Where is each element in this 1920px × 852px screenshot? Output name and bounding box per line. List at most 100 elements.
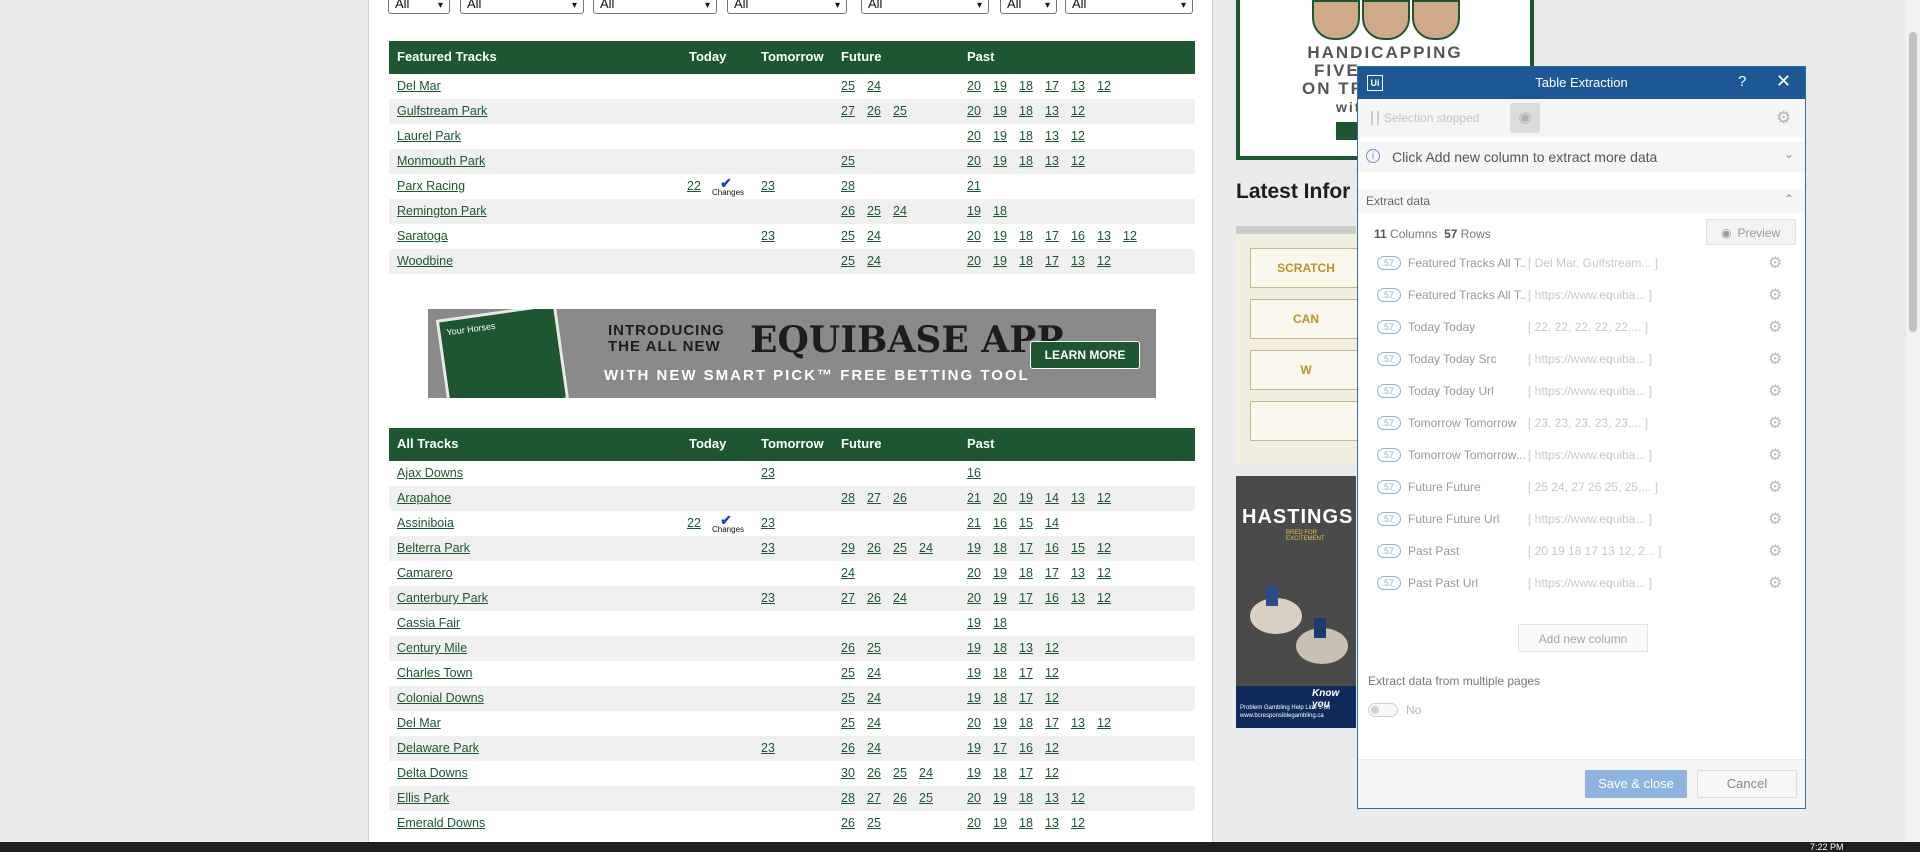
- track-link[interactable]: Del Mar: [397, 79, 441, 93]
- past-date-link[interactable]: 12: [1045, 691, 1059, 705]
- track-link[interactable]: Saratoga: [397, 229, 448, 243]
- filter-select[interactable]: All ▾: [460, 0, 584, 14]
- past-date-link[interactable]: 17: [1045, 566, 1059, 580]
- future-date-link[interactable]: 25: [841, 79, 855, 93]
- future-date-link[interactable]: 25: [893, 766, 907, 780]
- past-date-link[interactable]: 13: [1045, 129, 1059, 143]
- multi-page-toggle[interactable]: [1368, 703, 1398, 717]
- info-nav-button[interactable]: [1250, 401, 1362, 441]
- past-date-link[interactable]: 17: [1019, 591, 1033, 605]
- tomorrow-date-link[interactable]: 23: [761, 741, 775, 755]
- past-date-link[interactable]: 17: [1045, 254, 1059, 268]
- extracted-column-row[interactable]: 57 Featured Tracks All T...[ https://www.…: [1358, 279, 1805, 311]
- past-date-link[interactable]: 13: [1045, 154, 1059, 168]
- past-date-link[interactable]: 13: [1045, 791, 1059, 805]
- past-date-link[interactable]: 12: [1097, 491, 1111, 505]
- future-date-link[interactable]: 26: [841, 741, 855, 755]
- past-date-link[interactable]: 20: [967, 104, 981, 118]
- track-link[interactable]: Canterbury Park: [397, 591, 488, 605]
- past-date-link[interactable]: 16: [1045, 591, 1059, 605]
- past-date-link[interactable]: 17: [1019, 691, 1033, 705]
- past-date-link[interactable]: 16: [1019, 741, 1033, 755]
- gear-icon[interactable]: ⚙: [1768, 541, 1782, 561]
- past-date-link[interactable]: 12: [1071, 129, 1085, 143]
- past-date-link[interactable]: 18: [1019, 129, 1033, 143]
- equibase-app-banner[interactable]: Your Horses INTRODUCING THE ALL NEW EQUI…: [428, 309, 1156, 398]
- gear-icon[interactable]: ⚙: [1768, 477, 1782, 497]
- track-link[interactable]: Century Mile: [397, 641, 467, 655]
- info-nav-button[interactable]: CAN: [1250, 299, 1362, 339]
- past-date-link[interactable]: 19: [993, 154, 1007, 168]
- past-date-link[interactable]: 16: [967, 466, 981, 480]
- track-link[interactable]: Ajax Downs: [397, 466, 463, 480]
- track-link[interactable]: Monmouth Park: [397, 154, 485, 168]
- future-date-link[interactable]: 26: [867, 591, 881, 605]
- future-date-link[interactable]: 24: [867, 691, 881, 705]
- past-date-link[interactable]: 18: [993, 541, 1007, 555]
- future-date-link[interactable]: 24: [893, 591, 907, 605]
- past-date-link[interactable]: 21: [967, 516, 981, 530]
- future-date-link[interactable]: 24: [867, 716, 881, 730]
- future-date-link[interactable]: 25: [841, 716, 855, 730]
- past-date-link[interactable]: 12: [1071, 791, 1085, 805]
- extract-data-section[interactable]: Extract data ⌃: [1358, 189, 1805, 213]
- past-date-link[interactable]: 13: [1071, 254, 1085, 268]
- past-date-link[interactable]: 19: [967, 204, 981, 218]
- future-date-link[interactable]: 24: [919, 766, 933, 780]
- today-date-link[interactable]: 22: [687, 516, 701, 530]
- past-date-link[interactable]: 16: [993, 516, 1007, 530]
- filter-select[interactable]: All ▾: [388, 0, 450, 14]
- future-date-link[interactable]: 25: [841, 666, 855, 680]
- gear-icon[interactable]: ⚙: [1768, 573, 1782, 593]
- past-date-link[interactable]: 18: [1019, 79, 1033, 93]
- past-date-link[interactable]: 17: [1045, 229, 1059, 243]
- track-link[interactable]: Delta Downs: [397, 766, 468, 780]
- future-date-link[interactable]: 26: [841, 816, 855, 830]
- tomorrow-date-link[interactable]: 23: [761, 516, 775, 530]
- track-link[interactable]: Colonial Downs: [397, 691, 484, 705]
- past-date-link[interactable]: 19: [993, 129, 1007, 143]
- future-date-link[interactable]: 26: [867, 541, 881, 555]
- future-date-link[interactable]: 25: [841, 154, 855, 168]
- past-date-link[interactable]: 18: [1019, 566, 1033, 580]
- past-date-link[interactable]: 21: [967, 179, 981, 193]
- past-date-link[interactable]: 19: [967, 741, 981, 755]
- future-date-link[interactable]: 25: [867, 204, 881, 218]
- track-link[interactable]: Laurel Park: [397, 129, 461, 143]
- past-date-link[interactable]: 20: [967, 716, 981, 730]
- past-date-link[interactable]: 19: [967, 641, 981, 655]
- gear-icon[interactable]: ⚙: [1768, 445, 1782, 465]
- past-date-link[interactable]: 13: [1045, 104, 1059, 118]
- past-date-link[interactable]: 12: [1045, 766, 1059, 780]
- filter-select[interactable]: All ▾: [593, 0, 717, 14]
- past-date-link[interactable]: 15: [1019, 516, 1033, 530]
- past-date-link[interactable]: 16: [1071, 229, 1085, 243]
- past-date-link[interactable]: 15: [1071, 541, 1085, 555]
- future-date-link[interactable]: 25: [893, 104, 907, 118]
- extracted-column-row[interactable]: 57 Future Future Url [ https://www.equiba.…: [1358, 503, 1805, 535]
- info-banner[interactable]: i Click Add new column to extract more d…: [1358, 142, 1805, 172]
- past-date-link[interactable]: 18: [1019, 154, 1033, 168]
- past-date-link[interactable]: 19: [967, 691, 981, 705]
- past-date-link[interactable]: 17: [993, 741, 1007, 755]
- past-date-link[interactable]: 19: [993, 254, 1007, 268]
- track-link[interactable]: Emerald Downs: [397, 816, 485, 830]
- past-date-link[interactable]: 12: [1097, 79, 1111, 93]
- past-date-link[interactable]: 12: [1071, 154, 1085, 168]
- past-date-link[interactable]: 19: [993, 791, 1007, 805]
- past-date-link[interactable]: 20: [967, 254, 981, 268]
- future-date-link[interactable]: 28: [841, 491, 855, 505]
- gear-icon[interactable]: ⚙: [1768, 413, 1782, 433]
- info-nav-button[interactable]: SCRATCH: [1250, 248, 1362, 288]
- past-date-link[interactable]: 20: [967, 154, 981, 168]
- past-date-link[interactable]: 12: [1045, 666, 1059, 680]
- future-date-link[interactable]: 28: [841, 791, 855, 805]
- past-date-link[interactable]: 13: [1071, 716, 1085, 730]
- changes-icon[interactable]: ✔ Changes: [712, 513, 744, 534]
- past-date-link[interactable]: 20: [967, 129, 981, 143]
- gear-icon[interactable]: ⚙: [1768, 317, 1782, 337]
- past-date-link[interactable]: 12: [1123, 229, 1137, 243]
- save-close-button[interactable]: Save & close: [1585, 770, 1687, 798]
- future-date-link[interactable]: 24: [867, 79, 881, 93]
- future-date-link[interactable]: 25: [841, 254, 855, 268]
